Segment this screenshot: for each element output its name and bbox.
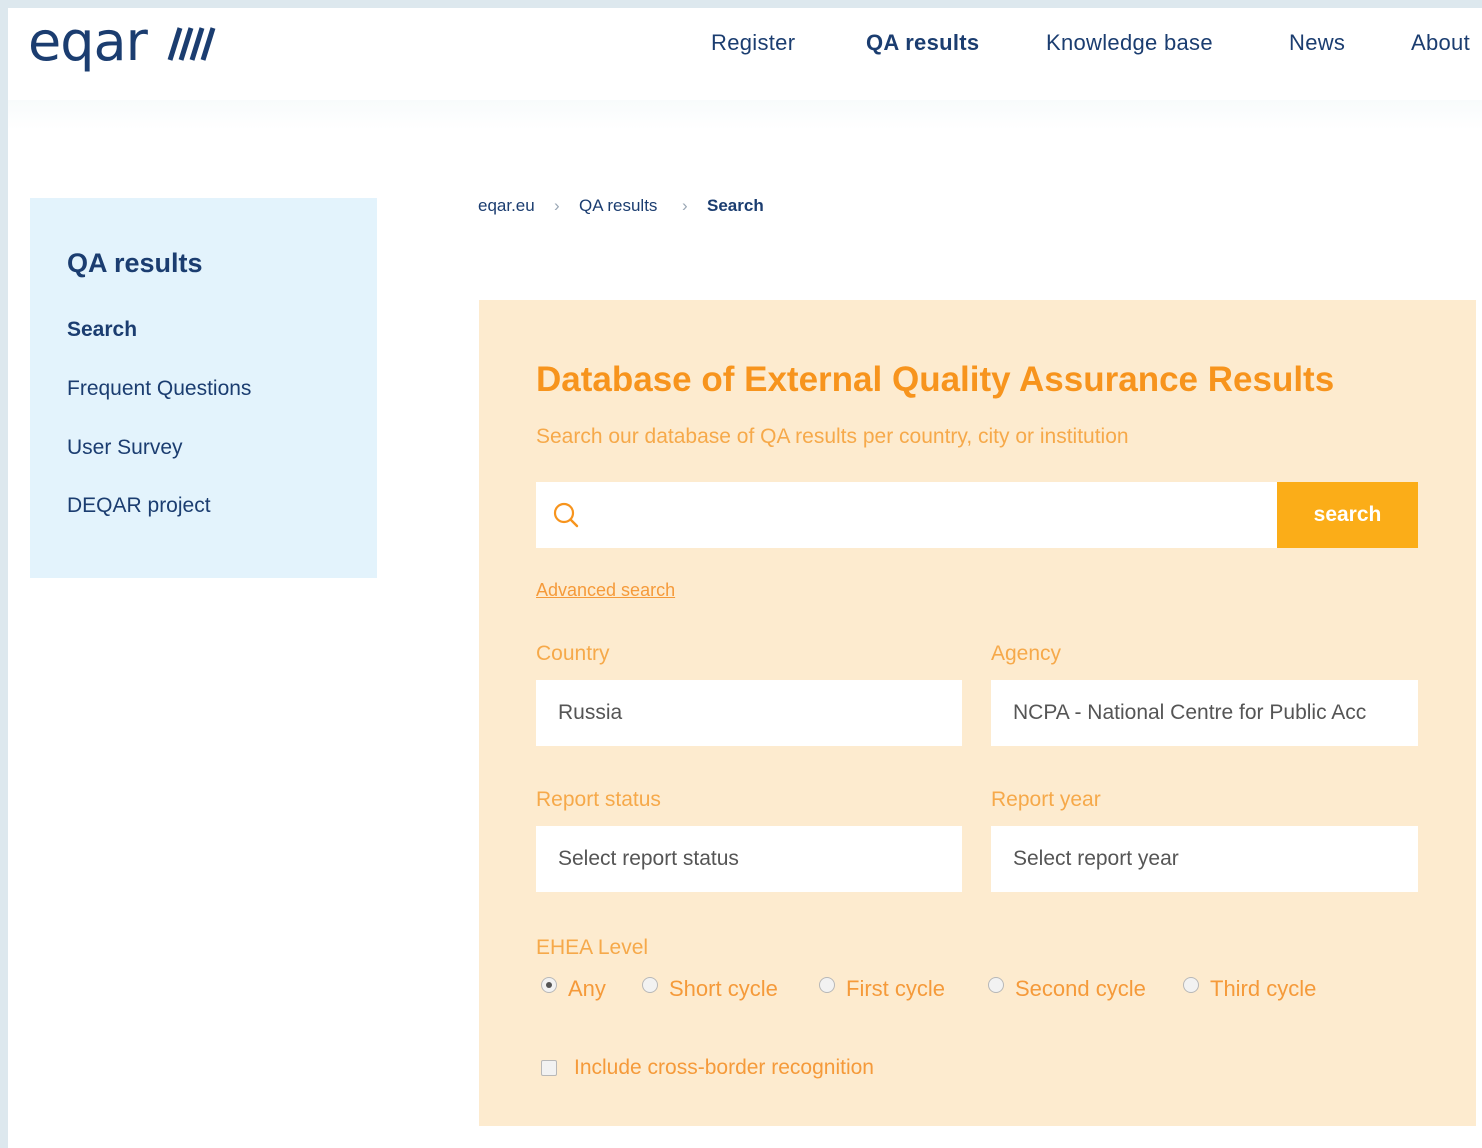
search-box: [536, 482, 1277, 548]
nav-news[interactable]: News: [1289, 30, 1345, 56]
cross-border-label: Include cross-border recognition: [574, 1056, 874, 1079]
advanced-search-link[interactable]: Advanced search: [536, 580, 675, 601]
agency-select[interactable]: NCPA - National Centre for Public Acc: [991, 680, 1418, 746]
radio-checked-icon[interactable]: [541, 977, 557, 993]
sidebar-item-search[interactable]: Search: [67, 318, 137, 342]
radio-label: Short cycle: [669, 976, 778, 1001]
radio-unchecked-icon[interactable]: [642, 977, 658, 993]
breadcrumb-current: Search: [707, 196, 764, 215]
chevron-right-icon: ›: [682, 196, 688, 215]
search-panel: Database of External Quality Assurance R…: [479, 300, 1476, 1126]
radio-unchecked-icon[interactable]: [819, 977, 835, 993]
agency-label: Agency: [991, 642, 1062, 665]
radio-label: Any: [568, 976, 606, 1001]
radio-label: First cycle: [846, 976, 945, 1001]
radio-unchecked-icon[interactable]: [988, 977, 1004, 993]
nav-about[interactable]: About: [1411, 30, 1470, 56]
search-input[interactable]: [596, 482, 1266, 548]
report-year-select[interactable]: Select report year: [991, 826, 1418, 892]
report-status-label: Report status: [536, 788, 661, 811]
panel-title: Database of External Quality Assurance R…: [536, 360, 1335, 399]
sidebar-item-frequent-questions[interactable]: Frequent Questions: [67, 377, 251, 401]
nav-knowledge-base[interactable]: Knowledge base: [1046, 30, 1213, 56]
chevron-right-icon: ›: [554, 196, 560, 215]
breadcrumb-qa-results[interactable]: QA results: [579, 196, 657, 216]
nav-qa-results[interactable]: QA results: [866, 30, 979, 56]
radio-unchecked-icon[interactable]: [1183, 977, 1199, 993]
cross-border-checkbox[interactable]: [541, 1060, 557, 1076]
report-year-label: Report year: [991, 788, 1101, 811]
page: eqar Register QA results Knowledge base …: [8, 8, 1482, 1148]
main-nav: Register QA results Knowledge base News …: [8, 30, 1482, 62]
nav-register[interactable]: Register: [711, 30, 795, 56]
site-header: eqar Register QA results Knowledge base …: [8, 8, 1482, 100]
country-select[interactable]: Russia: [536, 680, 962, 746]
sidebar-item-deqar-project[interactable]: DEQAR project: [67, 494, 211, 518]
sidebar-title: QA results: [67, 248, 203, 278]
breadcrumb-home[interactable]: eqar.eu: [478, 196, 535, 216]
search-icon: [553, 502, 579, 528]
panel-subtitle: Search our database of QA results per co…: [536, 425, 1129, 448]
report-status-select[interactable]: Select report status: [536, 826, 962, 892]
radio-label: Second cycle: [1015, 976, 1146, 1001]
ehea-level-label: EHEA Level: [536, 936, 649, 959]
sidebar-item-user-survey[interactable]: User Survey: [67, 436, 183, 460]
country-label: Country: [536, 642, 610, 665]
header-shadow-band: [8, 100, 1482, 130]
radio-label: Third cycle: [1210, 976, 1317, 1001]
search-bar: search: [536, 482, 1418, 548]
sidebar: QA results Search Frequent Questions Use…: [30, 198, 377, 578]
search-button[interactable]: search: [1277, 482, 1418, 548]
